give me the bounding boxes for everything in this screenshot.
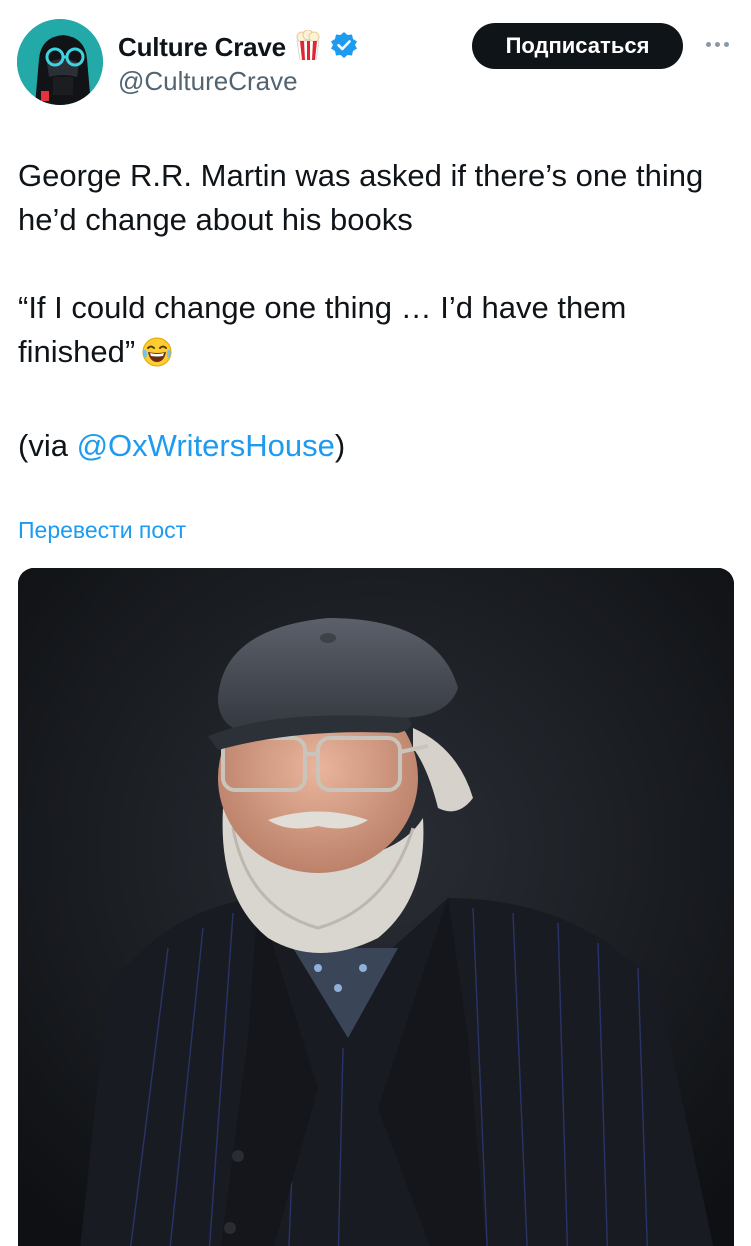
author-display-name[interactable]: Culture Crave <box>118 32 286 63</box>
author-handle[interactable]: @CultureCrave <box>118 66 298 97</box>
more-dot <box>723 41 729 47</box>
tweet-media-photo[interactable] <box>18 568 734 1246</box>
follow-button[interactable]: Подписаться <box>472 23 683 69</box>
tweet-paragraph-1: George R.R. Martin was asked if there’s … <box>18 158 704 237</box>
mention-link[interactable]: @OxWritersHouse <box>77 428 335 463</box>
author-avatar[interactable] <box>17 19 103 105</box>
author-name-row[interactable]: Culture Crave <box>118 29 358 65</box>
more-dots-icon[interactable] <box>700 34 734 54</box>
via-suffix: ) <box>334 428 346 463</box>
more-dot <box>714 41 720 47</box>
tweet-paragraph-2: “If I could change one thing … I’d have … <box>18 286 740 380</box>
tweet-quote: “If I could change one thing … I’d have … <box>18 290 627 369</box>
laughing-tears-emoji <box>141 336 173 380</box>
popcorn-icon <box>294 29 322 65</box>
via-prefix: (via <box>18 428 77 463</box>
tweet-text: George R.R. Martin was asked if there’s … <box>18 154 740 468</box>
more-dot <box>705 41 711 47</box>
verified-badge-icon <box>330 31 358 64</box>
tweet-page: Culture Crave @CultureCrave Подписаться <box>0 0 751 1246</box>
tweet-paragraph-3: (via @OxWritersHouse) <box>18 424 740 468</box>
translate-post-link[interactable]: Перевести пост <box>18 517 186 544</box>
